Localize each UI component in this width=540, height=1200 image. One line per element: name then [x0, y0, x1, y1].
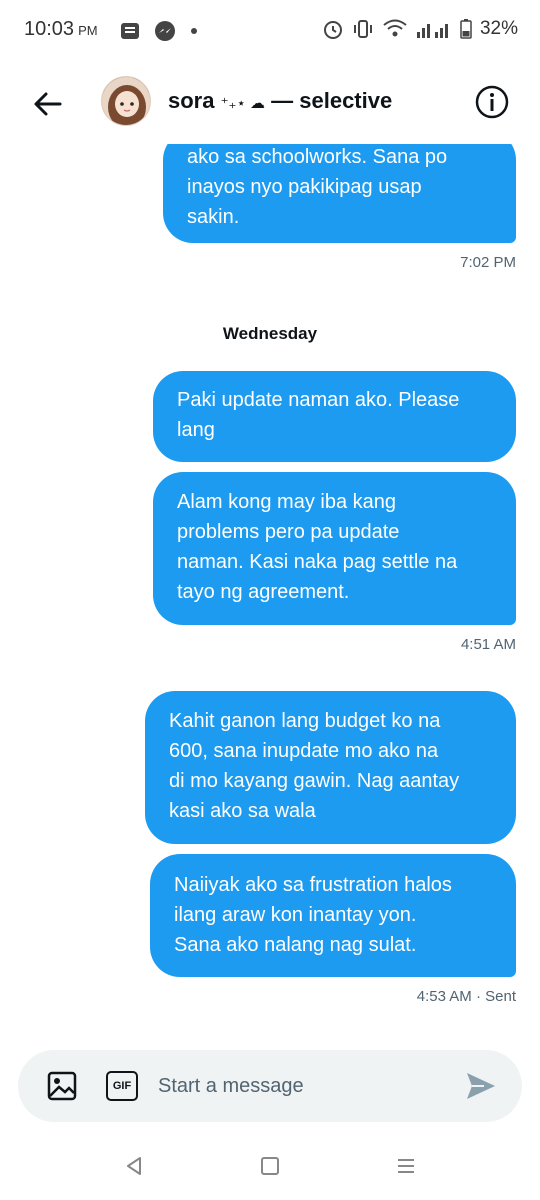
message-line: naman. Kasi naka pag settle na	[177, 551, 458, 573]
message-bubble[interactable]: ako sa schoolworks. Sana po inayos nyo p…	[163, 144, 516, 243]
send-icon	[467, 1073, 495, 1099]
message-line: di mo kayang gawin. Nag aantay	[169, 770, 460, 792]
info-button[interactable]	[474, 84, 510, 120]
contact-name[interactable]: sora ⁺₊⋆ ☁︎ — selective	[168, 88, 392, 114]
message-line: Alam kong may iba kang	[177, 491, 397, 513]
status-right: 32%	[322, 18, 518, 40]
nav-home-button[interactable]	[258, 1154, 282, 1178]
add-image-button[interactable]	[46, 1070, 78, 1102]
message-line: Paki update naman ako. Please	[177, 389, 460, 411]
back-button[interactable]	[30, 86, 66, 122]
message-line: 600, sana inupdate mo ako na	[169, 740, 439, 762]
contact-name-suffix: — selective	[271, 88, 393, 113]
menu-lines-icon	[398, 1159, 414, 1173]
message-line: ako sa schoolworks. Sana po	[187, 146, 448, 168]
image-icon	[47, 1071, 77, 1101]
message-composer: GIF	[18, 1050, 522, 1122]
notification-doc-icon	[120, 22, 140, 40]
message-line: Sana ako nalang nag sulat.	[174, 934, 417, 956]
dot-icon	[190, 27, 198, 35]
battery-percent: 32%	[479, 18, 518, 39]
message-line: Kahit ganon lang budget ko na	[169, 710, 441, 732]
message-line: sakin.	[187, 206, 240, 228]
conversation-header: sora ⁺₊⋆ ☁︎ — selective	[0, 62, 540, 144]
message-timestamp: 7:02 PM	[460, 254, 516, 271]
status-time-value: 10:03	[24, 18, 75, 40]
gif-label: GIF	[112, 1080, 132, 1092]
arrow-left-icon	[34, 92, 62, 116]
notification-icons	[120, 20, 198, 42]
wifi-icon	[382, 19, 408, 39]
contact-name-text: sora	[168, 88, 215, 113]
triangle-back-icon	[127, 1157, 141, 1175]
send-button[interactable]	[464, 1070, 498, 1102]
vibrate-icon	[352, 18, 374, 40]
alarm-icon	[322, 18, 344, 40]
message-list[interactable]: ako sa schoolworks. Sana po inayos nyo p…	[0, 144, 540, 1050]
message-line: Naiiyak ako sa frustration halos	[174, 874, 452, 896]
message-timestamp-sent: 4:53 AM · Sent	[416, 988, 516, 1005]
message-bubble[interactable]: Naiiyak ako sa frustration halos ilang a…	[150, 854, 516, 977]
message-timestamp: 4:51 AM	[460, 636, 516, 653]
square-home-icon	[261, 1157, 279, 1175]
message-line: tayo ng agreement.	[177, 581, 350, 603]
messenger-icon	[154, 20, 176, 42]
status-time: 10:03 PM	[24, 18, 98, 41]
message-bubble[interactable]: Alam kong may iba kang problems pero pa …	[153, 472, 516, 625]
status-time-ampm: PM	[78, 23, 98, 38]
message-line: inayos nyo pakikipag usap	[187, 176, 422, 198]
system-nav-bar	[0, 1130, 540, 1200]
message-input[interactable]	[158, 1068, 448, 1104]
nav-back-button[interactable]	[122, 1154, 146, 1178]
nav-recents-button[interactable]	[394, 1154, 418, 1178]
avatar[interactable]	[101, 76, 151, 126]
signal-icon	[416, 20, 452, 38]
contact-name-decoration: ⁺₊⋆ ☁︎	[220, 95, 266, 112]
day-separator: Wednesday	[222, 324, 318, 343]
message-line: ilang araw kon inantay yon.	[174, 904, 417, 926]
gif-button[interactable]: GIF	[106, 1071, 138, 1101]
message-line: lang	[177, 419, 215, 441]
message-line: problems pero pa update	[177, 521, 400, 543]
message-bubble[interactable]: Paki update naman ako. Please lang	[153, 371, 516, 462]
user-avatar-icon	[102, 77, 150, 125]
message-bubble[interactable]: Kahit ganon lang budget ko na 600, sana …	[145, 691, 516, 844]
status-bar: 10:03 PM 32%	[0, 0, 540, 62]
message-line: kasi ako sa wala	[169, 800, 316, 822]
info-icon	[475, 85, 509, 119]
battery-icon	[460, 19, 472, 39]
